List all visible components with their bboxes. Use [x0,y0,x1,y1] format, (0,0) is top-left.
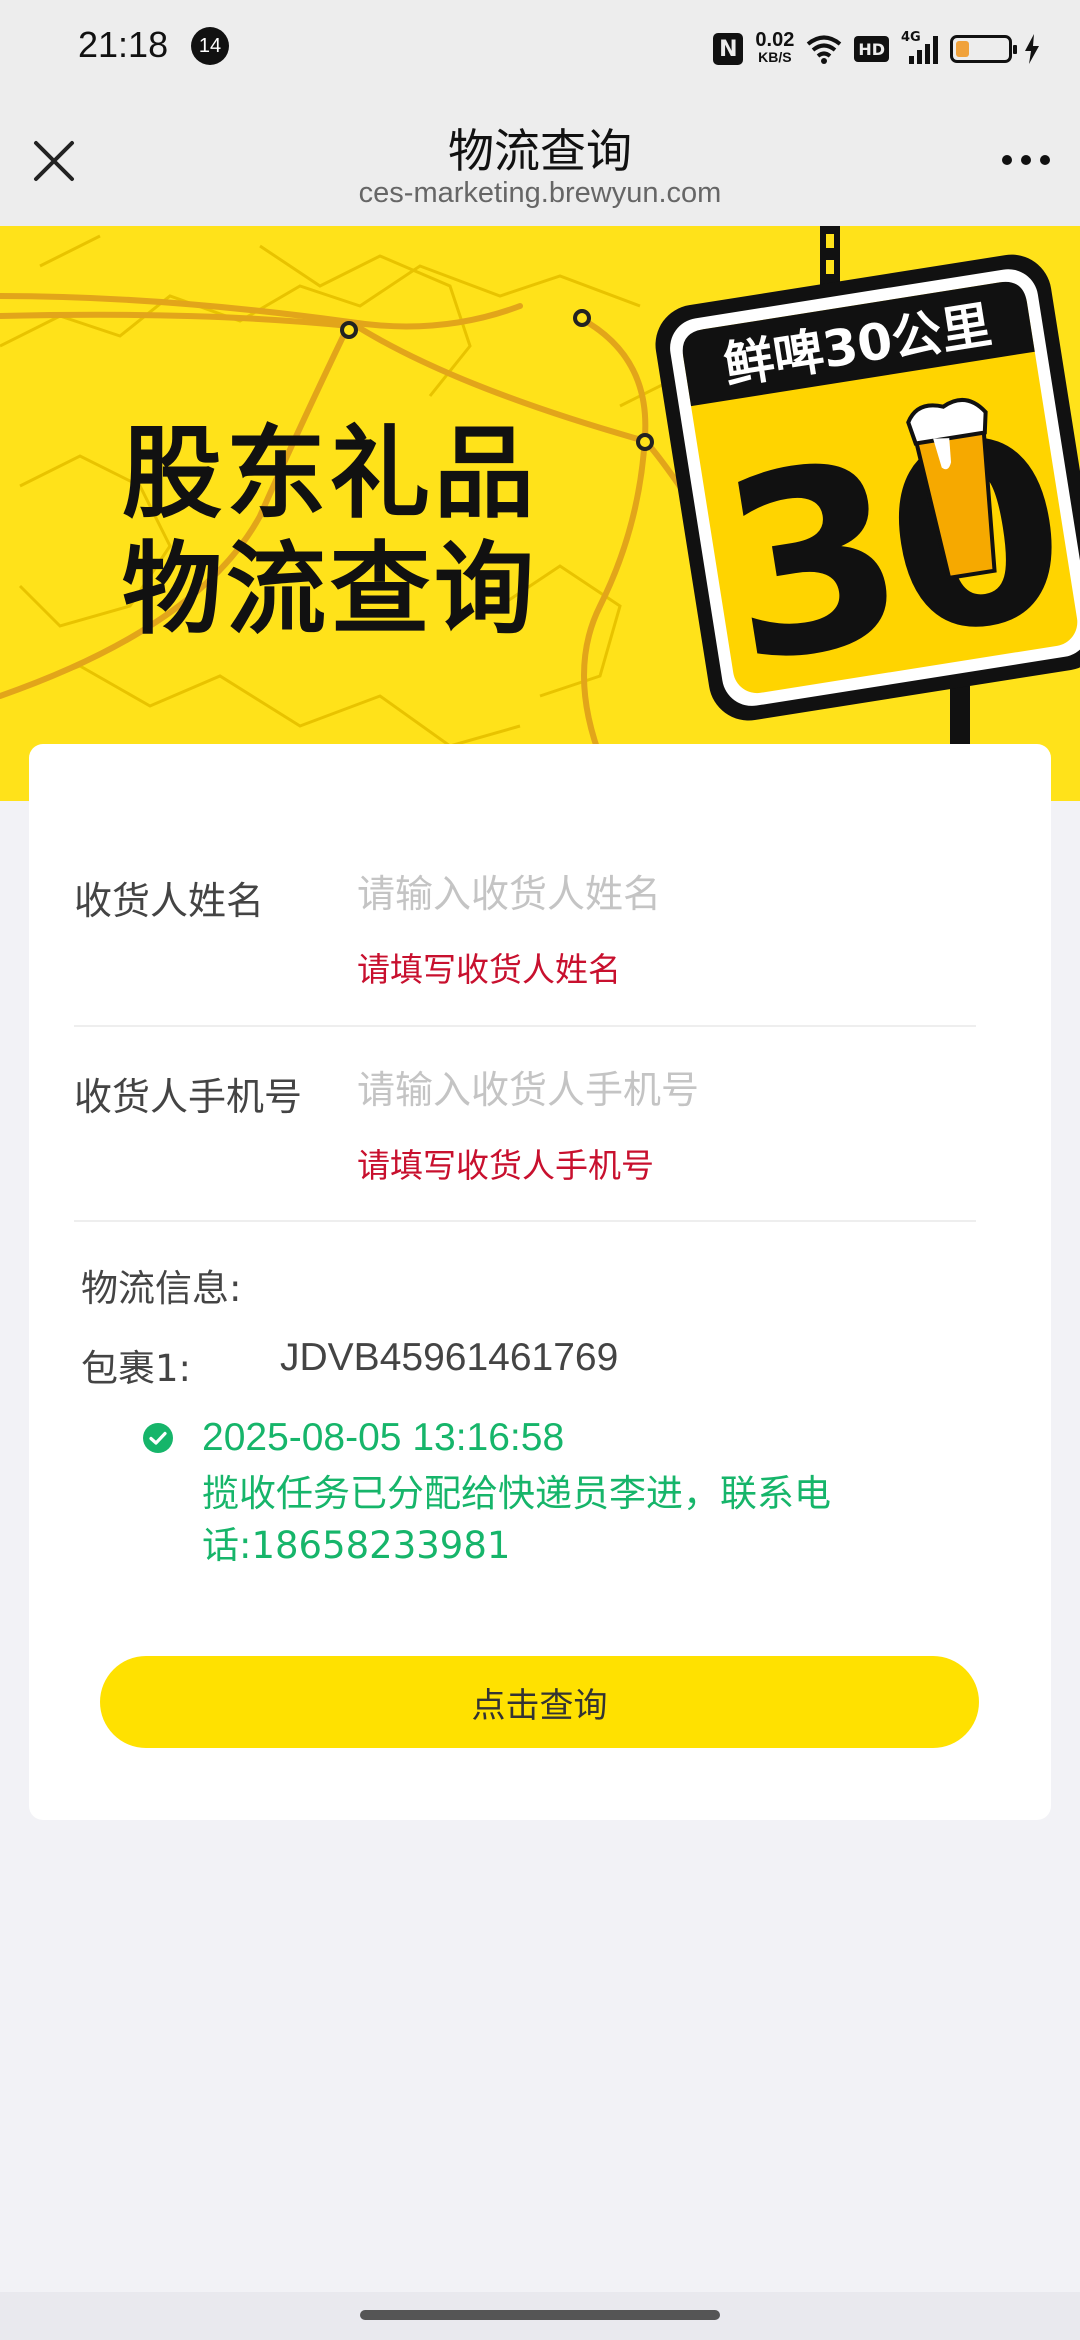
banner: 股东礼品 物流查询 鲜啤30公里 30 [0,226,1080,801]
divider [74,1220,976,1222]
net-speed-value: 0.02 [755,29,795,51]
page-url: ces-marketing.brewyun.com [358,177,722,209]
banner-title: 股东礼品 物流查询 [122,416,538,648]
notification-badge: 14 [191,27,229,65]
phone-error: 请填写收货人手机号 [357,1146,654,1185]
name-input[interactable] [357,866,957,922]
tracking-event-time: 2025-08-05 13:16:58 [202,1416,565,1459]
battery-fill [956,41,969,57]
name-error: 请填写收货人姓名 [357,950,621,989]
sign-number: 30 [705,381,1074,720]
network-type: 4G [901,30,921,45]
banner-title-line1: 股东礼品 [122,415,538,532]
divider [74,1025,976,1027]
banner-title-line2: 物流查询 [122,531,538,648]
tracking-event-description: 揽收任务已分配给快递员李进，联系电话:18658233981 [202,1472,831,1567]
battery-icon [950,35,1017,63]
net-speed: 0.02 KB/S [755,29,795,66]
check-circle-icon [143,1423,173,1453]
logistics-label: 物流信息: [81,1267,242,1310]
hd-icon: HD [854,36,889,62]
home-indicator[interactable] [360,2310,720,2320]
page-title: 物流查询 [448,124,632,178]
net-speed-unit: KB/S [758,49,792,65]
tracking-number: JDVB45961461769 [280,1336,619,1379]
nfc-icon: N [713,33,744,65]
page: 21:18 14 N 0.02 KB/S HD 4G 物流查询 ces-mark… [0,0,1080,2340]
wifi-icon [807,35,842,64]
status-bar: 21:18 14 N 0.02 KB/S HD 4G [0,0,1080,95]
query-button[interactable]: 点击查询 [100,1656,979,1748]
name-label: 收货人姓名 [74,879,265,923]
status-time: 21:18 [78,24,169,65]
charging-icon [1025,34,1039,64]
phone-input[interactable] [357,1062,957,1118]
phone-label: 收货人手机号 [74,1075,303,1119]
cellular-icon: 4G [901,30,938,64]
nav-bar: 物流查询 ces-marketing.brewyun.com [0,95,1080,226]
package-label: 包裹1: [81,1347,192,1390]
status-icons: N 0.02 KB/S HD 4G [713,24,1040,74]
more-icon[interactable] [1002,155,1050,165]
beer-30km-sign: 鲜啤30公里 30 [655,226,1080,801]
